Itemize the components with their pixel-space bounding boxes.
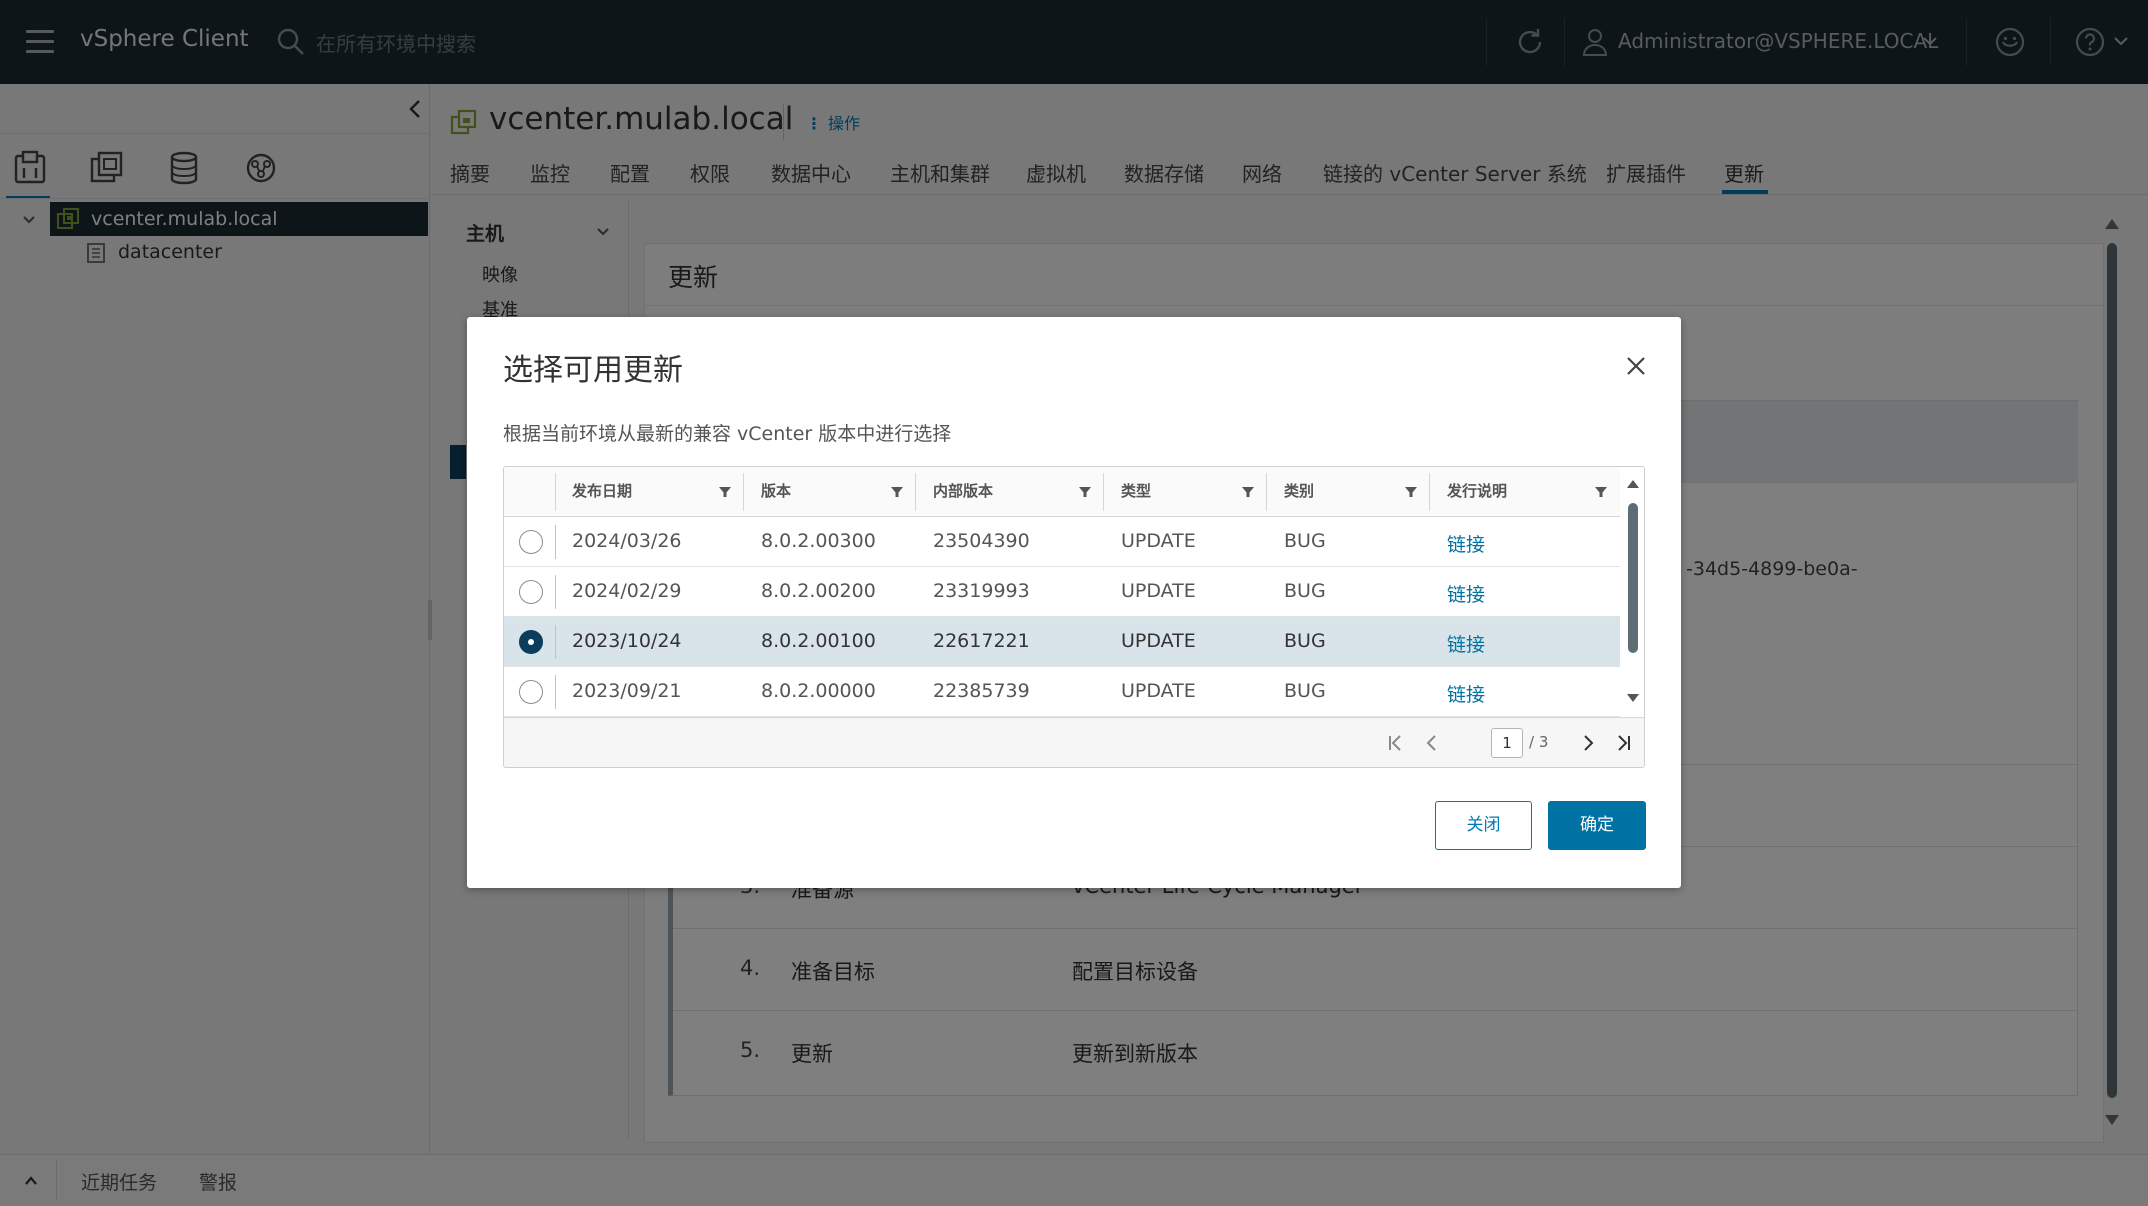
close-button[interactable]: 关闭 [1435,801,1532,850]
column-header-category[interactable]: 类别 [1284,480,1314,501]
scroll-up-icon[interactable] [1626,479,1640,489]
filter-icon[interactable] [1078,485,1092,499]
row-radio[interactable] [519,530,543,554]
cell-date: 2023/09/21 [572,680,682,702]
column-divider [1429,473,1430,511]
filter-icon[interactable] [718,485,732,499]
close-icon[interactable] [1625,355,1647,377]
row-radio-checked[interactable] [519,630,543,654]
table-row-selected[interactable]: 2023/10/24 8.0.2.00100 22617221 UPDATE B… [504,617,1620,667]
first-page-icon[interactable] [1385,732,1407,754]
last-page-icon[interactable] [1612,732,1634,754]
row-radio[interactable] [519,580,543,604]
table-row[interactable]: 2023/09/21 8.0.2.00000 22385739 UPDATE B… [504,667,1620,717]
column-header-build[interactable]: 内部版本 [933,480,993,501]
cell-version: 8.0.2.00100 [761,630,876,652]
column-divider [555,575,556,609]
grid-header: 发布日期 版本 内部版本 类型 类别 发行说明 [504,467,1644,517]
cell-type: UPDATE [1121,580,1196,602]
column-header-version[interactable]: 版本 [761,480,791,501]
cell-build: 23504390 [933,530,1030,552]
cell-type: UPDATE [1121,630,1196,652]
cell-build: 23319993 [933,580,1030,602]
filter-icon[interactable] [1404,485,1418,499]
next-page-icon[interactable] [1577,732,1599,754]
cell-date: 2024/02/29 [572,580,682,602]
column-header-release-date[interactable]: 发布日期 [572,480,632,501]
column-header-release-notes[interactable]: 发行说明 [1447,480,1507,501]
cell-date: 2024/03/26 [572,530,682,552]
filter-icon[interactable] [890,485,904,499]
dialog-description: 根据当前环境从最新的兼容 vCenter 版本中进行选择 [503,423,952,445]
column-divider [555,525,556,559]
page-total: / 3 [1529,733,1549,751]
dialog-title: 选择可用更新 [503,353,683,388]
release-notes-link[interactable]: 链接 [1447,680,1485,707]
grid-scrollbar[interactable] [1628,503,1638,653]
column-divider [915,473,916,511]
cell-build: 22617221 [933,630,1030,652]
cell-category: BUG [1284,580,1326,602]
column-divider [555,625,556,659]
cell-build: 22385739 [933,680,1030,702]
cell-version: 8.0.2.00200 [761,580,876,602]
cell-category: BUG [1284,680,1326,702]
cell-version: 8.0.2.00000 [761,680,876,702]
cell-category: BUG [1284,630,1326,652]
release-notes-link[interactable]: 链接 [1447,530,1485,557]
column-divider [555,473,556,511]
updates-grid: 发布日期 版本 内部版本 类型 类别 发行说明 2024/03/26 8.0.2… [503,466,1645,768]
column-divider [1266,473,1267,511]
table-row[interactable]: 2024/03/26 8.0.2.00300 23504390 UPDATE B… [504,517,1620,567]
filter-icon[interactable] [1594,485,1608,499]
cell-type: UPDATE [1121,530,1196,552]
cell-date: 2023/10/24 [572,630,682,652]
cell-type: UPDATE [1121,680,1196,702]
previous-page-icon[interactable] [1421,732,1443,754]
cell-category: BUG [1284,530,1326,552]
filter-icon[interactable] [1241,485,1255,499]
cell-version: 8.0.2.00300 [761,530,876,552]
release-notes-link[interactable]: 链接 [1447,580,1485,607]
page-number-input[interactable]: 1 [1491,728,1523,758]
select-update-dialog: 选择可用更新 根据当前环境从最新的兼容 vCenter 版本中进行选择 发布日期… [467,317,1681,888]
column-divider [1103,473,1104,511]
scroll-down-icon[interactable] [1626,693,1640,703]
column-divider [743,473,744,511]
column-header-type[interactable]: 类型 [1121,480,1151,501]
ok-button[interactable]: 确定 [1548,801,1646,850]
release-notes-link[interactable]: 链接 [1447,630,1485,657]
column-divider [555,675,556,709]
row-radio[interactable] [519,680,543,704]
grid-pagination: 1 / 3 [504,717,1644,767]
table-row[interactable]: 2024/02/29 8.0.2.00200 23319993 UPDATE B… [504,567,1620,617]
